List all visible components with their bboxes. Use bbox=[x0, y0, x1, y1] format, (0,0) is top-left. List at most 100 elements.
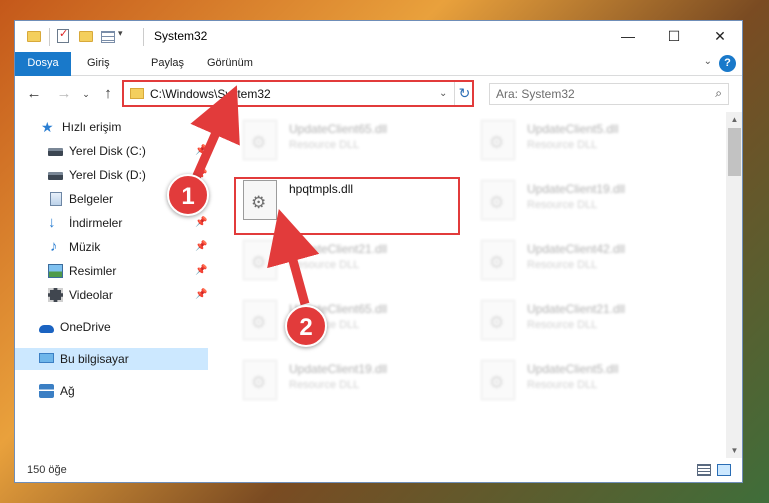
sidebar-item-network[interactable]: Ağ bbox=[15, 380, 208, 402]
minimize-button[interactable]: — bbox=[605, 21, 651, 52]
scroll-down-icon[interactable]: ▼ bbox=[726, 446, 742, 455]
sidebar-item-label: Yerel Disk (D:) bbox=[69, 168, 146, 182]
toolbar-divider bbox=[143, 28, 144, 46]
navigation-bar: ← → ⌄ ↑ C:\Windows\System32 ⌄ ↻ ⌕ bbox=[15, 76, 742, 112]
file-list: UpdateClient65.dll Resource DLL UpdateCl… bbox=[211, 112, 726, 445]
drive-icon bbox=[48, 148, 63, 156]
pin-icon[interactable]: 📌 bbox=[195, 260, 207, 282]
chevron-down-icon[interactable]: ⌄ bbox=[439, 88, 447, 99]
pin-icon[interactable]: 📌 bbox=[195, 140, 207, 162]
sidebar-item-videos[interactable]: Videolar 📌 bbox=[15, 284, 208, 306]
dll-file-icon bbox=[481, 360, 515, 400]
file-name: UpdateClient19.dll bbox=[289, 362, 388, 376]
sidebar-item-label: Hızlı erişim bbox=[62, 120, 122, 134]
file-item[interactable]: UpdateClient19.dll Resource DLL bbox=[475, 174, 705, 230]
sidebar-item-this-pc[interactable]: Bu bilgisayar bbox=[15, 348, 208, 370]
file-name: UpdateClient19.dll bbox=[527, 182, 626, 196]
sidebar-item-downloads[interactable]: ↓ İndirmeler 📌 bbox=[15, 212, 208, 234]
back-button[interactable]: ← bbox=[25, 85, 43, 102]
title-bar: ▾ System32 — ☐ ✕ bbox=[15, 21, 742, 52]
file-name: UpdateClient5.dll bbox=[527, 362, 619, 376]
sidebar-item-quick-access[interactable]: ★ Hızlı erişim bbox=[15, 116, 208, 138]
tab-home[interactable]: Giriş bbox=[87, 52, 110, 76]
close-button[interactable]: ✕ bbox=[697, 21, 742, 52]
details-view-icon[interactable] bbox=[697, 464, 711, 476]
dll-file-icon bbox=[243, 300, 277, 340]
sidebar-item-local-disk-c[interactable]: Yerel Disk (C:) 📌 bbox=[15, 140, 208, 162]
sidebar-item-pictures[interactable]: Resimler 📌 bbox=[15, 260, 208, 282]
step-1-badge: 1 bbox=[167, 174, 209, 216]
new-folder-icon[interactable] bbox=[79, 31, 93, 42]
vertical-scrollbar[interactable]: ▲ ▼ bbox=[726, 112, 742, 458]
large-icons-view-icon[interactable] bbox=[717, 464, 731, 476]
sidebar-item-label: Videolar bbox=[69, 288, 113, 302]
search-icon[interactable]: ⌕ bbox=[715, 86, 722, 101]
file-type: Resource DLL bbox=[527, 259, 598, 271]
sidebar-item-label: Resimler bbox=[69, 264, 117, 278]
file-name: UpdateClient42.dll bbox=[527, 242, 626, 256]
file-item[interactable]: UpdateClient65.dll Resource DLL bbox=[237, 294, 467, 350]
search-box[interactable]: ⌕ bbox=[489, 83, 729, 105]
file-item[interactable]: UpdateClient5.dll Resource DLL bbox=[475, 114, 705, 170]
forward-button[interactable]: → bbox=[55, 85, 73, 102]
tab-share[interactable]: Paylaş bbox=[151, 52, 184, 76]
sidebar-item-label: Yerel Disk (C:) bbox=[69, 144, 146, 158]
sidebar-item-music[interactable]: ♪ Müzik 📌 bbox=[15, 236, 208, 258]
file-type: Resource DLL bbox=[527, 139, 598, 151]
download-icon: ↓ bbox=[48, 214, 56, 231]
dll-file-icon bbox=[243, 360, 277, 400]
tab-view[interactable]: Görünüm bbox=[207, 52, 253, 76]
file-type: Resource DLL bbox=[527, 319, 598, 331]
sidebar-item-onedrive[interactable]: OneDrive bbox=[15, 316, 208, 338]
sidebar-item-label: İndirmeler bbox=[69, 216, 123, 230]
sidebar-item-label: OneDrive bbox=[60, 320, 111, 334]
step-2-badge: 2 bbox=[285, 305, 327, 347]
star-icon: ★ bbox=[41, 119, 54, 135]
file-item[interactable]: UpdateClient21.dll Resource DLL bbox=[237, 234, 467, 290]
help-button[interactable]: ? bbox=[719, 55, 736, 72]
search-input[interactable] bbox=[496, 84, 696, 104]
file-type: Resource DLL bbox=[527, 199, 598, 211]
dll-file-icon bbox=[481, 180, 515, 220]
file-name: UpdateClient21.dll bbox=[527, 302, 626, 316]
pictures-icon bbox=[48, 264, 63, 278]
file-type: Resource DLL bbox=[289, 139, 360, 151]
address-path[interactable]: C:\Windows\System32 bbox=[150, 87, 271, 101]
pin-icon[interactable]: 📌 bbox=[195, 284, 207, 306]
dll-file-icon bbox=[481, 120, 515, 160]
window-title: System32 bbox=[154, 29, 208, 43]
dll-file-icon bbox=[243, 240, 277, 280]
dll-file-icon bbox=[481, 300, 515, 340]
file-type: Resource DLL bbox=[527, 379, 598, 391]
folder-icon bbox=[130, 88, 144, 99]
file-item[interactable]: UpdateClient21.dll Resource DLL bbox=[475, 294, 705, 350]
file-item[interactable]: UpdateClient5.dll Resource DLL bbox=[475, 354, 705, 410]
file-explorer-window: ▾ System32 — ☐ ✕ Dosya Giriş Paylaş Görü… bbox=[14, 20, 743, 483]
customize-quick-access-icon[interactable]: ▾ bbox=[118, 28, 123, 44]
refresh-button[interactable]: ↻ bbox=[454, 82, 474, 105]
expand-ribbon-icon[interactable]: ⌄ bbox=[704, 56, 712, 67]
view-icon[interactable] bbox=[101, 31, 115, 43]
ribbon: Dosya Giriş Paylaş Görünüm ⌄ ? bbox=[15, 52, 742, 108]
maximize-button[interactable]: ☐ bbox=[651, 21, 697, 52]
scrollbar-thumb[interactable] bbox=[728, 128, 741, 176]
file-item[interactable]: UpdateClient65.dll Resource DLL bbox=[237, 114, 467, 170]
address-bar[interactable]: C:\Windows\System32 ⌄ ↻ bbox=[122, 80, 474, 107]
documents-icon bbox=[50, 192, 62, 206]
scroll-up-icon[interactable]: ▲ bbox=[726, 115, 742, 124]
sidebar-item-label: Ağ bbox=[60, 384, 75, 398]
recent-locations-button[interactable]: ⌄ bbox=[77, 89, 95, 100]
pin-icon[interactable]: 📌 bbox=[195, 212, 207, 234]
this-pc-icon bbox=[39, 353, 54, 363]
properties-icon[interactable] bbox=[57, 27, 69, 43]
file-name: UpdateClient5.dll bbox=[527, 122, 619, 136]
file-type: Resource DLL bbox=[289, 259, 360, 271]
file-item[interactable]: UpdateClient19.dll Resource DLL bbox=[237, 354, 467, 410]
up-button[interactable]: ↑ bbox=[99, 85, 117, 102]
item-count: 150 öğe bbox=[27, 464, 67, 476]
status-bar: 150 öğe bbox=[15, 458, 742, 482]
file-item[interactable]: UpdateClient42.dll Resource DLL bbox=[475, 234, 705, 290]
sidebar-item-label: Bu bilgisayar bbox=[60, 352, 129, 366]
file-name: UpdateClient65.dll bbox=[289, 122, 388, 136]
pin-icon[interactable]: 📌 bbox=[195, 236, 207, 258]
